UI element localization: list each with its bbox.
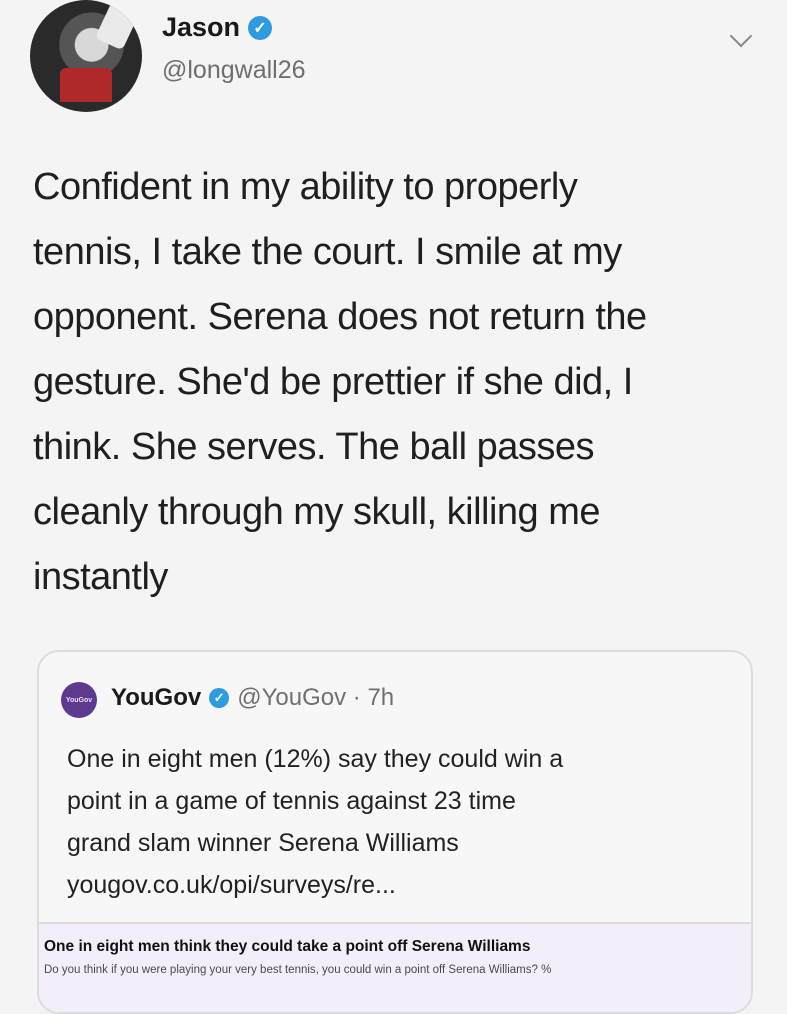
tweet-text-line: cleanly through my skull, killing me bbox=[33, 491, 601, 533]
tweet-text: Confident in my ability to properly tenn… bbox=[33, 155, 763, 610]
chevron-down-icon[interactable] bbox=[729, 24, 753, 48]
avatar-figure bbox=[94, 1, 140, 51]
tweet-text-line: gesture. She'd be prettier if she did, I bbox=[33, 361, 633, 403]
tweet-text-line: think. She serves. The ball passes bbox=[33, 426, 595, 468]
tweet-text-line: instantly bbox=[33, 556, 168, 598]
tweet-text-line: tennis, I take the court. I smile at my bbox=[33, 231, 622, 273]
quoted-text-line: One in eight men (12%) say they could wi… bbox=[67, 745, 564, 773]
quoted-link[interactable]: yougov.co.uk/opi/surveys/re... bbox=[67, 864, 737, 906]
quoted-handle-time: @YouGov · 7h bbox=[237, 684, 395, 711]
quoted-tweet[interactable]: YouGov YouGov ✓ @YouGov · 7h One in eigh… bbox=[37, 650, 753, 1014]
quoted-text-line: point in a game of tennis against 23 tim… bbox=[67, 787, 516, 815]
quoted-display-name[interactable]: YouGov bbox=[111, 684, 201, 712]
tweet-text-line: opponent. Serena does not return the bbox=[33, 296, 647, 338]
quoted-text-line: grand slam winner Serena Williams bbox=[67, 829, 459, 857]
link-preview-card[interactable]: One in eight men think they could take a… bbox=[39, 922, 751, 1012]
verified-icon: ✓ bbox=[248, 15, 273, 40]
avatar-shirt bbox=[60, 68, 112, 102]
quoted-header: YouGov ✓ @YouGov · 7h bbox=[111, 684, 394, 712]
link-preview-description: Do you think if you were playing your ve… bbox=[44, 964, 552, 976]
link-preview-title: One in eight men think they could take a… bbox=[44, 938, 531, 955]
author-display-name[interactable]: Jason bbox=[162, 12, 240, 43]
quoted-avatar-logo: YouGov bbox=[65, 696, 93, 704]
tweet-text-line: Confident in my ability to properly bbox=[33, 166, 578, 208]
author-handle[interactable]: @longwall26 bbox=[162, 56, 306, 85]
quoted-text: One in eight men (12%) say they could wi… bbox=[67, 738, 737, 906]
author-avatar[interactable] bbox=[30, 0, 142, 112]
verified-icon: ✓ bbox=[209, 688, 230, 708]
quoted-avatar[interactable]: YouGov bbox=[61, 682, 97, 718]
tweet-card: Jason ✓ @longwall26 Confident in my abil… bbox=[0, 0, 787, 1014]
author-display-name-row[interactable]: Jason ✓ bbox=[162, 12, 273, 43]
